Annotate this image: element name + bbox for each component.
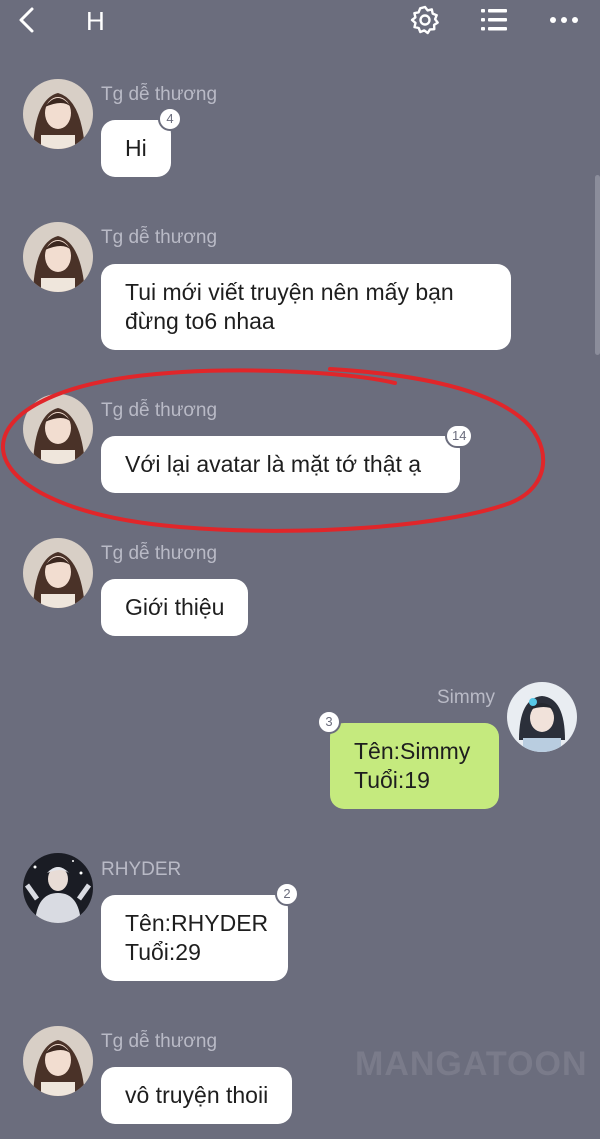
sender-name: Tg dễ thương xyxy=(101,543,218,564)
message-bubble[interactable]: Tên:Simmy Tuổi:19 xyxy=(330,723,499,809)
sender-name: Simmy xyxy=(437,687,496,708)
message-bubble[interactable]: Tui mới viết truyện nên mấy bạn đừng to6… xyxy=(101,264,511,350)
message-bubble[interactable]: Tên:RHYDER Tuổi:29 xyxy=(101,895,288,981)
sender-name: Tg dễ thương xyxy=(101,227,218,248)
list-icon[interactable] xyxy=(478,4,510,36)
chat-title: H xyxy=(86,6,105,36)
top-bar: H xyxy=(0,0,600,44)
sender-name: Tg dễ thương xyxy=(101,84,218,105)
watermark: MANGATOON xyxy=(355,1045,588,1083)
more-dots-icon[interactable] xyxy=(548,4,580,36)
sender-name: Tg dễ thương xyxy=(101,1031,218,1052)
message-bubble[interactable]: Hi xyxy=(101,120,171,177)
chevron-left-icon[interactable] xyxy=(14,6,42,34)
sender-name: RHYDER xyxy=(101,859,182,880)
scrollbar[interactable] xyxy=(595,175,600,355)
reply-count-badge[interactable]: 3 xyxy=(317,710,341,734)
message-bubble[interactable]: Giới thiệu xyxy=(101,579,249,636)
reply-count-badge[interactable]: 4 xyxy=(158,107,182,131)
gear-icon[interactable] xyxy=(409,4,441,36)
message-bubble[interactable]: vô truyện thoii xyxy=(101,1067,293,1124)
avatar[interactable] xyxy=(23,222,93,292)
avatar[interactable] xyxy=(23,538,93,608)
avatar[interactable] xyxy=(507,682,577,752)
red-circle-annotation xyxy=(0,367,546,533)
avatar[interactable] xyxy=(23,853,93,923)
avatar[interactable] xyxy=(23,79,93,149)
avatar[interactable] xyxy=(23,1026,93,1096)
reply-count-badge[interactable]: 2 xyxy=(275,882,299,906)
